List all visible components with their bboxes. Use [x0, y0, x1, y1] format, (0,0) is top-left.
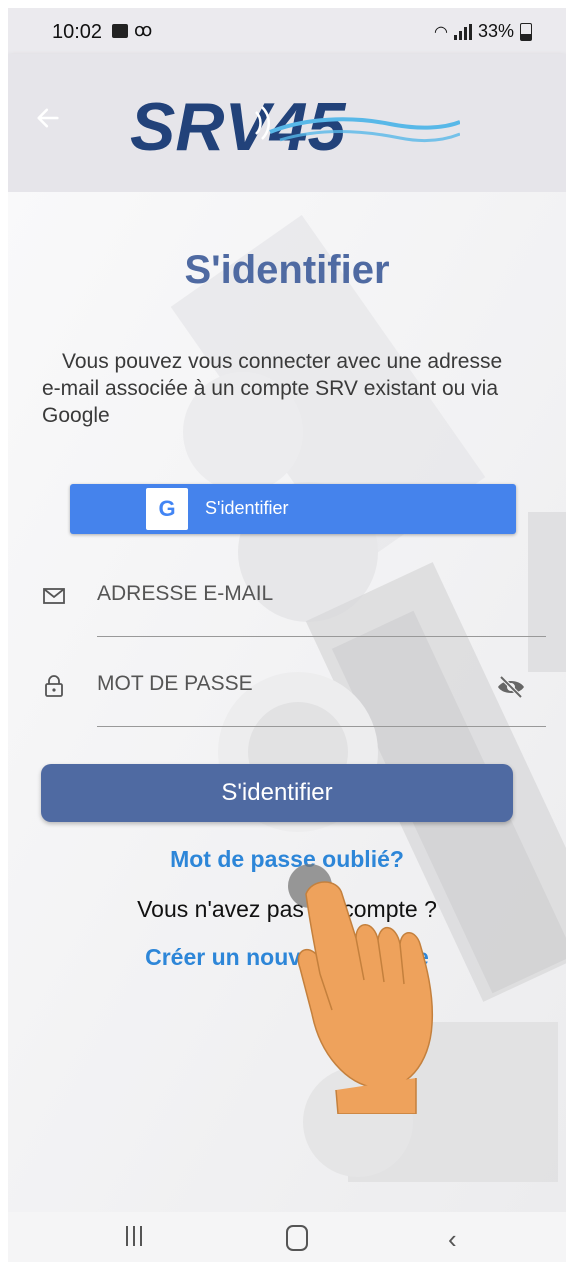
- password-field: [38, 662, 548, 727]
- battery-percentage: 33%: [477, 21, 514, 41]
- back-arrow-icon[interactable]: [34, 104, 62, 132]
- wifi-icon: ◠: [434, 23, 448, 41]
- status-bar: 10:02 ꝏ ◠ 33%: [8, 8, 566, 54]
- email-underline: [97, 636, 546, 637]
- sign-in-button[interactable]: S'identifier: [41, 764, 513, 822]
- google-sign-in-button[interactable]: G S'identifier: [70, 484, 516, 534]
- svg-text:SRV45: SRV45: [130, 89, 347, 165]
- google-sign-in-label: S'identifier: [205, 498, 289, 518]
- password-underline: [97, 726, 546, 727]
- battery-icon: [520, 22, 532, 41]
- status-time: 10:02: [52, 21, 103, 43]
- voicemail-icon: ꝏ: [134, 20, 153, 40]
- page-title: S'identifier: [184, 248, 390, 292]
- gallery-notification-icon: [112, 24, 128, 38]
- google-g-icon: G: [158, 496, 176, 521]
- home-icon[interactable]: [286, 1225, 308, 1251]
- recent-apps-icon[interactable]: [126, 1226, 142, 1246]
- srv45-logo: SRV45: [130, 89, 460, 165]
- intro-text: Vous pouvez vous connecter avec une adre…: [42, 350, 503, 427]
- tap-hand-cursor-icon: [288, 864, 434, 1114]
- email-field: [38, 572, 548, 637]
- signal-icon: [453, 23, 472, 40]
- app-header: SRV45: [8, 54, 566, 192]
- system-navigation-bar: ‹: [8, 1212, 566, 1262]
- nav-back-icon[interactable]: ‹: [448, 1224, 457, 1255]
- login-form: S'identifier Vous pouvez vous connecter …: [8, 192, 566, 1212]
- status-indicators: ◠ 33%: [434, 21, 532, 42]
- password-input[interactable]: [97, 662, 517, 706]
- email-input[interactable]: [97, 572, 517, 616]
- toggle-password-visibility-icon[interactable]: [496, 674, 526, 700]
- phone-screen: 10:02 ꝏ ◠ 33% SRV45 S'identifier Vous po…: [8, 8, 566, 1262]
- google-logo: G: [146, 488, 188, 530]
- mail-icon: [43, 588, 65, 604]
- lock-icon: [45, 675, 63, 697]
